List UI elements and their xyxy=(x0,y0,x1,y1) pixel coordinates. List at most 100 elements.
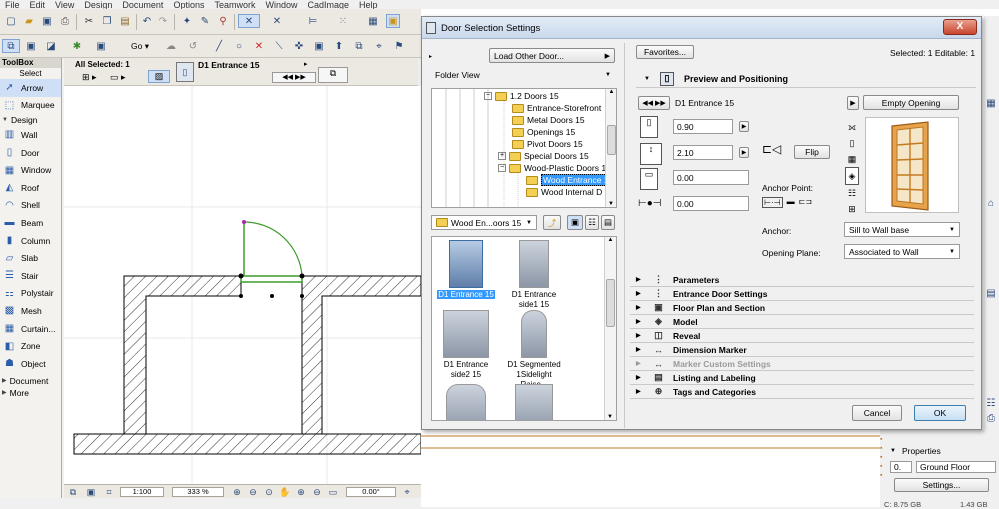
tool-mesh[interactable]: ▩ Mesh xyxy=(0,302,61,320)
thumbnail-item[interactable] xyxy=(504,384,564,420)
thumbnail-item[interactable]: D1 Entrance side1 15 xyxy=(504,240,564,310)
info-box-settings-icon[interactable]: ▨ xyxy=(148,70,170,83)
delete-icon[interactable]: ✕ xyxy=(252,39,266,53)
geometry-method-icon[interactable]: ▭ ▸ xyxy=(110,72,126,83)
offset-icon[interactable]: ⧉ xyxy=(352,39,366,53)
tool-arrow[interactable]: ➚ Arrow xyxy=(0,79,61,97)
folder-combo[interactable]: Wood En...oors 15 ▼ xyxy=(431,215,537,230)
open-file-icon[interactable]: ▰ xyxy=(22,14,36,28)
tool-door[interactable]: ▯ Door xyxy=(0,144,61,162)
zoom-field[interactable]: 333 % xyxy=(172,487,224,497)
menu-edit[interactable]: Edit xyxy=(25,1,51,10)
plan-preview-icon[interactable]: ⟗ xyxy=(845,119,859,135)
thumbnail-item[interactable]: D1 Entrance side2 15 xyxy=(436,310,496,380)
view-list-button[interactable]: ☷ xyxy=(585,215,599,230)
flip-button[interactable]: Flip xyxy=(794,145,830,159)
anchor-center-icon[interactable]: ▬ xyxy=(787,197,795,208)
tree-item-selected[interactable]: Wood Entrance 1 xyxy=(526,174,611,186)
tool-curtain-wall[interactable]: ▦ Curtain... xyxy=(0,320,61,338)
rotate-icon[interactable]: ↺ xyxy=(186,39,200,53)
preview-positioning-header[interactable]: ▼ ▯ Preview and Positioning xyxy=(636,70,976,88)
prev-element-button[interactable]: ◀◀ ▶▶ xyxy=(272,72,316,83)
paste-icon[interactable]: ▤ xyxy=(118,14,132,28)
angle-field[interactable]: 0.00° xyxy=(346,487,396,497)
anchor-icon[interactable]: ⊞ ▸ xyxy=(82,72,97,83)
tool-zone[interactable]: ◧ Zone xyxy=(0,337,61,355)
drag-icon[interactable]: ✜ xyxy=(292,39,306,53)
tool-wall[interactable]: ▥ Wall xyxy=(0,126,61,144)
offset-field[interactable]: 0.00 xyxy=(673,196,749,211)
floor-number-field[interactable]: 0. xyxy=(890,461,912,473)
load-other-door-button[interactable]: Load Other Door... ▶ xyxy=(489,48,615,63)
menu-design[interactable]: Design xyxy=(79,1,117,10)
tool-marquee[interactable]: ⬚ Marquee xyxy=(0,97,61,115)
favorites-button[interactable]: Favorites... xyxy=(636,45,694,59)
tool-roof[interactable]: ◭ Roof xyxy=(0,179,61,197)
fit-window-icon[interactable]: ⧉ xyxy=(66,485,80,499)
thumbnails-scrollbar[interactable]: ▲ ▼ xyxy=(604,237,616,420)
section-listing-and-labeling[interactable]: ▶ ▤ Listing and Labeling xyxy=(630,371,974,385)
mirror-icon[interactable]: ⚑ xyxy=(392,39,406,53)
tree-item[interactable]: Wood Internal D xyxy=(526,186,602,198)
menu-help[interactable]: Help xyxy=(354,1,383,10)
tool-window[interactable]: ▦ Window xyxy=(0,161,61,179)
scroll-up-icon[interactable]: ▲ xyxy=(605,237,616,243)
trace-icon[interactable]: ▣ xyxy=(386,14,400,28)
close-button[interactable]: X xyxy=(943,19,977,35)
print-icon[interactable]: ⎙ xyxy=(58,14,72,28)
zoom-icon[interactable]: ⊙ xyxy=(262,485,276,499)
floor-plan-canvas[interactable] xyxy=(64,86,422,484)
layout-button[interactable]: ⧉ xyxy=(318,67,348,83)
zoom-next-icon[interactable]: ⊖ xyxy=(310,485,324,499)
thumbnail-item[interactable] xyxy=(436,384,496,420)
anchor-combo[interactable]: Sill to Wall base ▼ xyxy=(844,222,960,237)
cut-icon[interactable]: ✂ xyxy=(82,14,96,28)
section-entrance-door-settings[interactable]: ▶ ⋮ Entrance Door Settings xyxy=(630,287,974,301)
scroll-up-icon[interactable]: ▲ xyxy=(606,89,616,95)
navigate-icon[interactable]: ☁ xyxy=(164,39,178,53)
element-name-field[interactable]: D1 Entrance 15 xyxy=(672,96,838,110)
orient-icon[interactable]: ⌖ xyxy=(400,485,414,499)
pan-hand-icon[interactable]: ✋ xyxy=(278,485,292,499)
view-details-button[interactable]: ▤ xyxy=(601,215,615,230)
tree-item[interactable]: Entrance-Storefront xyxy=(512,102,601,114)
tree-item[interactable]: Metal Doors 15 xyxy=(512,114,585,126)
menu-window[interactable]: Window xyxy=(260,1,302,10)
tool-column[interactable]: ▮ Column xyxy=(0,232,61,250)
scroll-thumb[interactable] xyxy=(606,279,615,327)
tree-scrollbar[interactable]: ▲ ▼ xyxy=(605,89,616,207)
properties-header[interactable]: ▼ Properties xyxy=(890,446,941,456)
more-section-toggle[interactable]: ▶ More xyxy=(0,387,61,399)
export-icon[interactable]: ▤ xyxy=(984,286,998,300)
tree-item[interactable]: − Wood-Plastic Doors 1 xyxy=(498,162,606,174)
tool-polystair[interactable]: ⚏ Polystair xyxy=(0,285,61,303)
layers-icon[interactable]: ▦ xyxy=(366,14,380,28)
tree-item[interactable]: Openings 15 xyxy=(512,126,575,138)
anchor-right-icon[interactable]: ⊏⊐ xyxy=(799,197,812,208)
section-model[interactable]: ▶ ◈ Model xyxy=(630,315,974,329)
prev-next-element-button[interactable]: ◀◀ ▶▶ xyxy=(638,96,670,110)
anchor-left-icon[interactable]: ⊢·⊣ xyxy=(762,197,783,208)
section-reveal[interactable]: ▶ ◫ Reveal xyxy=(630,329,974,343)
redo-icon[interactable]: ↷ xyxy=(156,14,170,28)
scale-field[interactable]: 1:100 xyxy=(120,487,164,497)
zoom-previous-icon[interactable]: ⊕ xyxy=(294,485,308,499)
door-preview-icon[interactable]: ▯ xyxy=(176,62,194,82)
elevation-icon[interactable]: ☷ xyxy=(984,396,998,410)
cancel-button[interactable]: Cancel xyxy=(852,405,902,421)
elevate-icon[interactable]: ⬆ xyxy=(332,39,346,53)
design-section-toggle[interactable]: ▼ Design xyxy=(0,114,61,126)
section-tags-and-categories[interactable]: ▶ ⊕ Tags and Categories xyxy=(630,385,974,399)
sill-height-field[interactable]: 0.00 xyxy=(673,170,749,185)
zoom-in-icon[interactable]: ⊕ xyxy=(230,485,244,499)
section-preview-icon[interactable]: ▯ xyxy=(845,135,859,151)
floor-plan-view-icon[interactable]: ⧉ xyxy=(2,39,20,53)
settings-preview-icon[interactable]: ⊞ xyxy=(845,201,859,217)
section-view-icon[interactable]: ▣ xyxy=(24,39,38,53)
menu-file[interactable]: File xyxy=(0,1,25,10)
tree-item[interactable]: + Special Doors 15 xyxy=(498,150,589,162)
3d-preview-icon[interactable]: ◈ xyxy=(845,167,859,185)
display-icon[interactable]: ▣ xyxy=(94,39,108,53)
anchor-point-selector[interactable]: ⊢·⊣ ▬ ⊏⊐ xyxy=(762,197,812,208)
thumbnail-item-selected[interactable]: D1 Entrance 15 xyxy=(436,240,496,300)
